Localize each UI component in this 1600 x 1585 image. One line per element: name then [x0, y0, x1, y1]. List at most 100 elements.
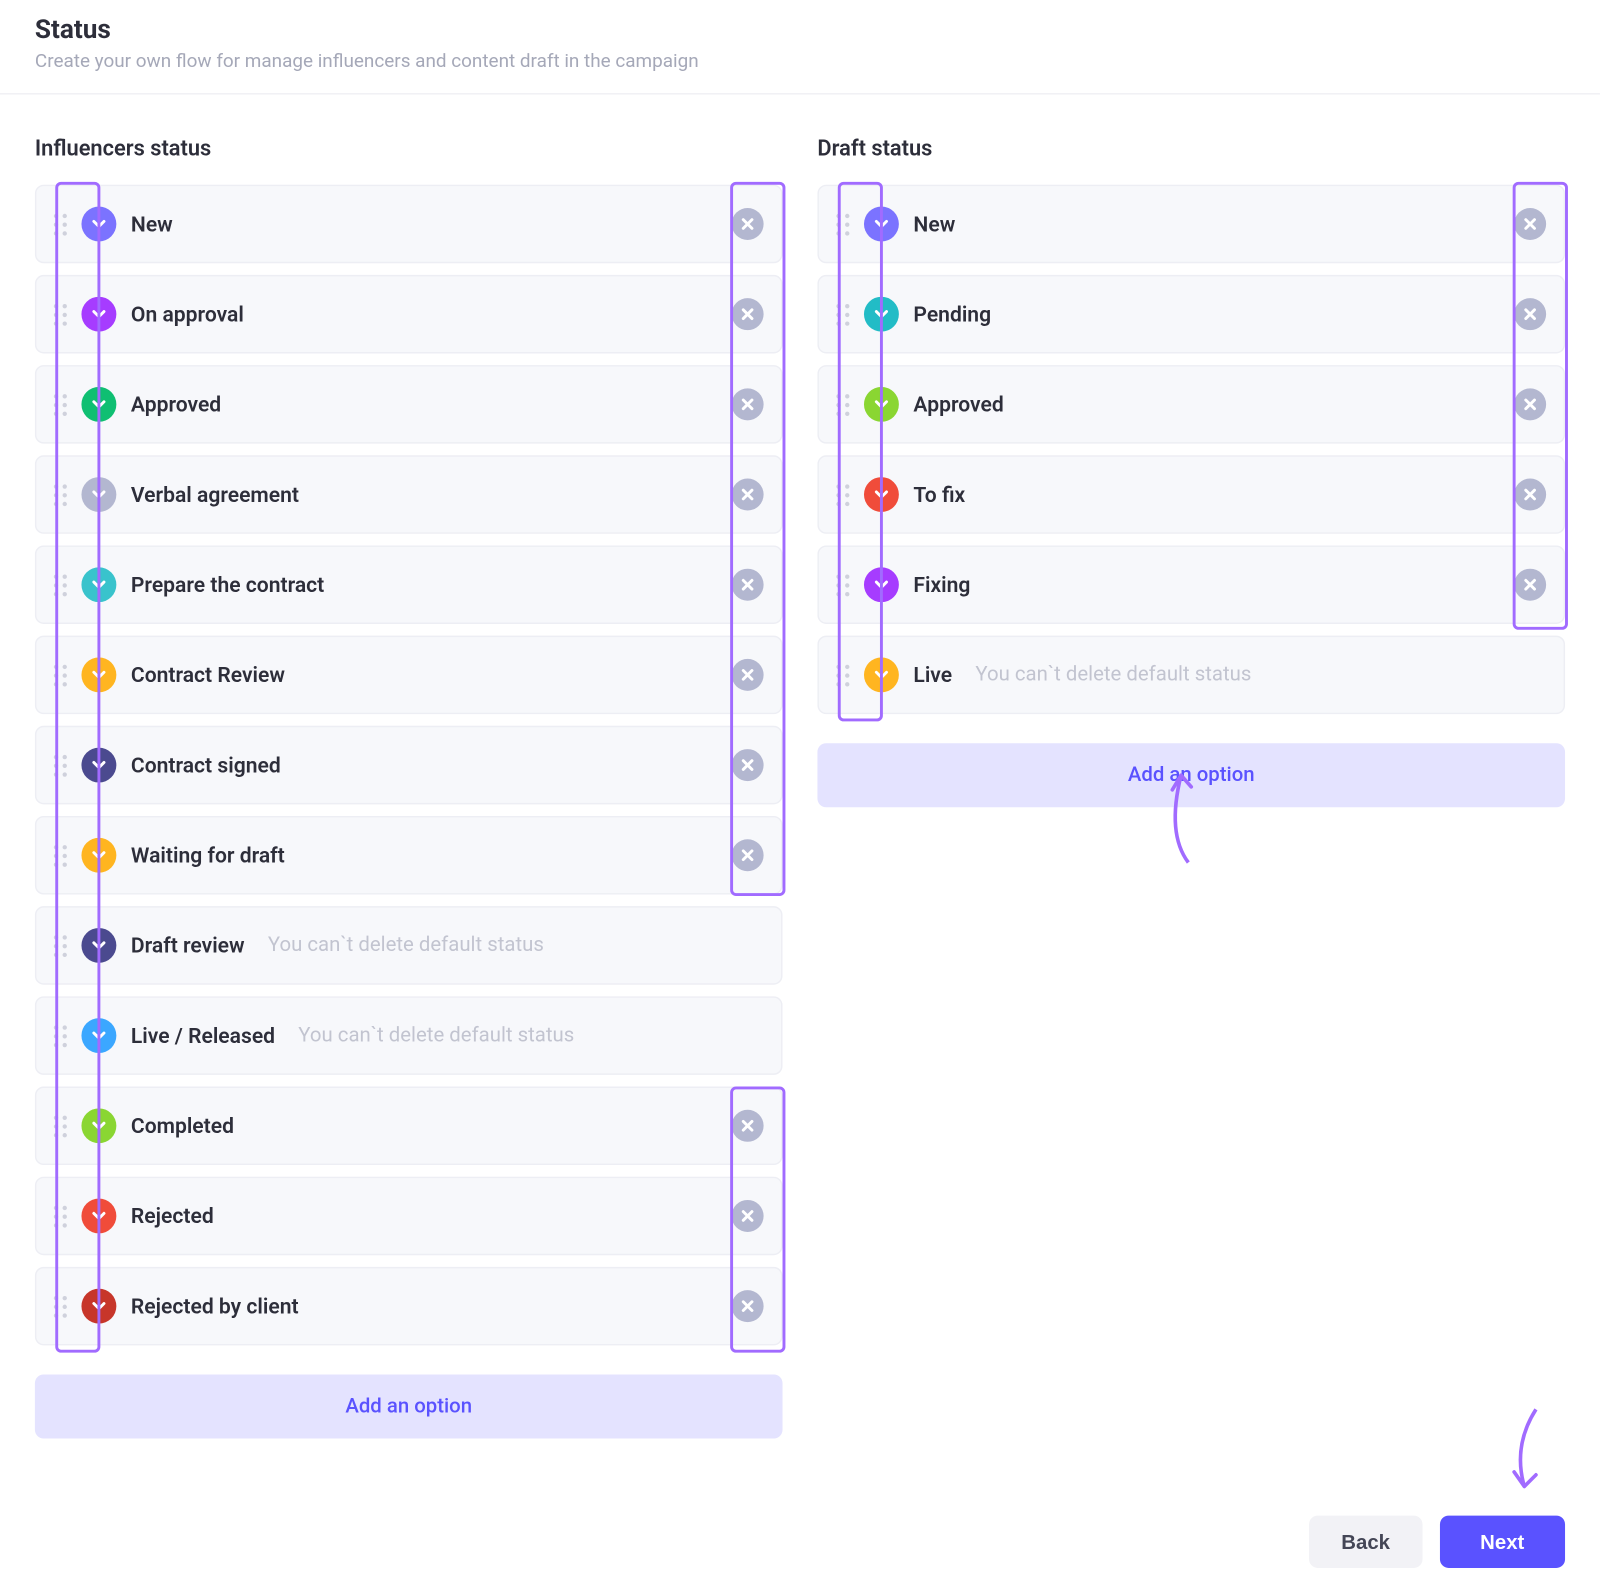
status-color-picker[interactable]	[81, 297, 116, 332]
status-hint: You can`t delete default status	[268, 934, 544, 957]
status-label: Waiting for draft	[131, 843, 285, 868]
drag-handle-icon[interactable]	[54, 1115, 67, 1137]
status-row: To fix	[817, 455, 1565, 534]
status-label: Rejected by client	[131, 1294, 299, 1319]
delete-status-button[interactable]	[732, 1110, 764, 1142]
add-option-button[interactable]: Add an option	[35, 1375, 783, 1439]
drag-handle-icon[interactable]	[54, 303, 67, 325]
influencers-column: Influencers status New On approval Approve…	[35, 135, 783, 1438]
status-color-picker[interactable]	[81, 1018, 116, 1053]
status-row: Approved	[817, 365, 1565, 444]
status-row: Live / ReleasedYou can`t delete default …	[35, 996, 783, 1075]
delete-status-button[interactable]	[732, 569, 764, 601]
status-color-picker[interactable]	[81, 477, 116, 512]
status-color-picker[interactable]	[864, 567, 899, 602]
delete-status-button[interactable]	[732, 298, 764, 330]
drag-handle-icon[interactable]	[54, 393, 67, 415]
status-row: Fixing	[817, 545, 1565, 624]
status-row: Rejected	[35, 1177, 783, 1256]
drag-handle-icon[interactable]	[836, 393, 849, 415]
status-row: Waiting for draft	[35, 816, 783, 895]
status-hint: You can`t delete default status	[298, 1024, 574, 1047]
drag-handle-icon[interactable]	[54, 664, 67, 686]
status-row: New	[817, 185, 1565, 264]
delete-status-button[interactable]	[732, 479, 764, 511]
status-color-picker[interactable]	[864, 657, 899, 692]
status-label: Fixing	[913, 572, 970, 597]
status-row: On approval	[35, 275, 783, 354]
drag-handle-icon[interactable]	[54, 754, 67, 776]
influencers-column-title: Influencers status	[35, 135, 783, 161]
status-row: Pending	[817, 275, 1565, 354]
status-row: Approved	[35, 365, 783, 444]
delete-status-button[interactable]	[1514, 298, 1546, 330]
status-color-picker[interactable]	[864, 477, 899, 512]
status-hint: You can`t delete default status	[975, 663, 1251, 686]
status-color-picker[interactable]	[81, 657, 116, 692]
status-color-picker[interactable]	[81, 1108, 116, 1143]
drag-handle-icon[interactable]	[836, 574, 849, 596]
drag-handle-icon[interactable]	[836, 484, 849, 506]
page-subtitle: Create your own flow for manage influenc…	[35, 51, 1565, 73]
drag-handle-icon[interactable]	[836, 213, 849, 235]
add-option-button[interactable]: Add an option	[817, 743, 1565, 807]
drag-handle-icon[interactable]	[54, 213, 67, 235]
status-row: Draft review You can`t delete default sta…	[35, 906, 783, 985]
drag-handle-icon[interactable]	[54, 935, 67, 957]
status-label: Draft review	[131, 933, 245, 958]
status-row: Contract Review	[35, 636, 783, 715]
drag-handle-icon[interactable]	[54, 1025, 67, 1047]
delete-status-button[interactable]	[732, 659, 764, 691]
status-label: New	[131, 212, 173, 237]
status-row: New	[35, 185, 783, 264]
delete-status-button[interactable]	[1514, 479, 1546, 511]
status-row: Verbal agreement	[35, 455, 783, 534]
status-color-picker[interactable]	[81, 928, 116, 963]
delete-status-button[interactable]	[732, 839, 764, 871]
back-button[interactable]: Back	[1309, 1516, 1422, 1568]
drag-handle-icon[interactable]	[54, 484, 67, 506]
delete-status-button[interactable]	[732, 208, 764, 240]
status-color-picker[interactable]	[864, 387, 899, 422]
drag-handle-icon[interactable]	[54, 844, 67, 866]
delete-status-button[interactable]	[732, 1200, 764, 1232]
status-color-picker[interactable]	[81, 387, 116, 422]
status-row: Completed	[35, 1087, 783, 1166]
delete-status-button[interactable]	[1514, 208, 1546, 240]
delete-status-button[interactable]	[732, 1290, 764, 1322]
drag-handle-icon[interactable]	[836, 303, 849, 325]
status-color-picker[interactable]	[864, 207, 899, 242]
status-color-picker[interactable]	[81, 748, 116, 783]
status-color-picker[interactable]	[81, 1289, 116, 1324]
status-row: Live You can`t delete default status	[817, 636, 1565, 715]
status-label: Completed	[131, 1113, 234, 1138]
status-color-picker[interactable]	[864, 297, 899, 332]
status-color-picker[interactable]	[81, 838, 116, 873]
status-row: Prepare the contract	[35, 545, 783, 624]
delete-status-button[interactable]	[1514, 388, 1546, 420]
influencers-status-list: New On approval Approved Verbal agreement Pr…	[35, 185, 783, 1346]
page-title: Status	[35, 15, 1565, 46]
status-label: New	[913, 212, 955, 237]
delete-status-button[interactable]	[732, 749, 764, 781]
status-color-picker[interactable]	[81, 567, 116, 602]
footer-actions: Back Next	[1309, 1516, 1565, 1568]
status-label: Contract Review	[131, 663, 285, 688]
drag-handle-icon[interactable]	[54, 574, 67, 596]
delete-status-button[interactable]	[732, 388, 764, 420]
drag-handle-icon[interactable]	[54, 1205, 67, 1227]
page-header: Status Create your own flow for manage i…	[0, 0, 1600, 95]
status-color-picker[interactable]	[81, 1199, 116, 1234]
draft-column-title: Draft status	[817, 135, 1565, 161]
next-button[interactable]: Next	[1439, 1516, 1565, 1568]
drag-handle-icon[interactable]	[54, 1295, 67, 1317]
delete-status-button[interactable]	[1514, 569, 1546, 601]
status-label: On approval	[131, 302, 244, 327]
status-color-picker[interactable]	[81, 207, 116, 242]
drag-handle-icon[interactable]	[836, 664, 849, 686]
status-label: Live	[913, 663, 952, 688]
status-label: Prepare the contract	[131, 572, 324, 597]
status-label: Contract signed	[131, 753, 281, 778]
status-label: Rejected	[131, 1204, 214, 1229]
draft-column: Draft status New Pending Approved To fix Fix…	[817, 135, 1565, 1438]
